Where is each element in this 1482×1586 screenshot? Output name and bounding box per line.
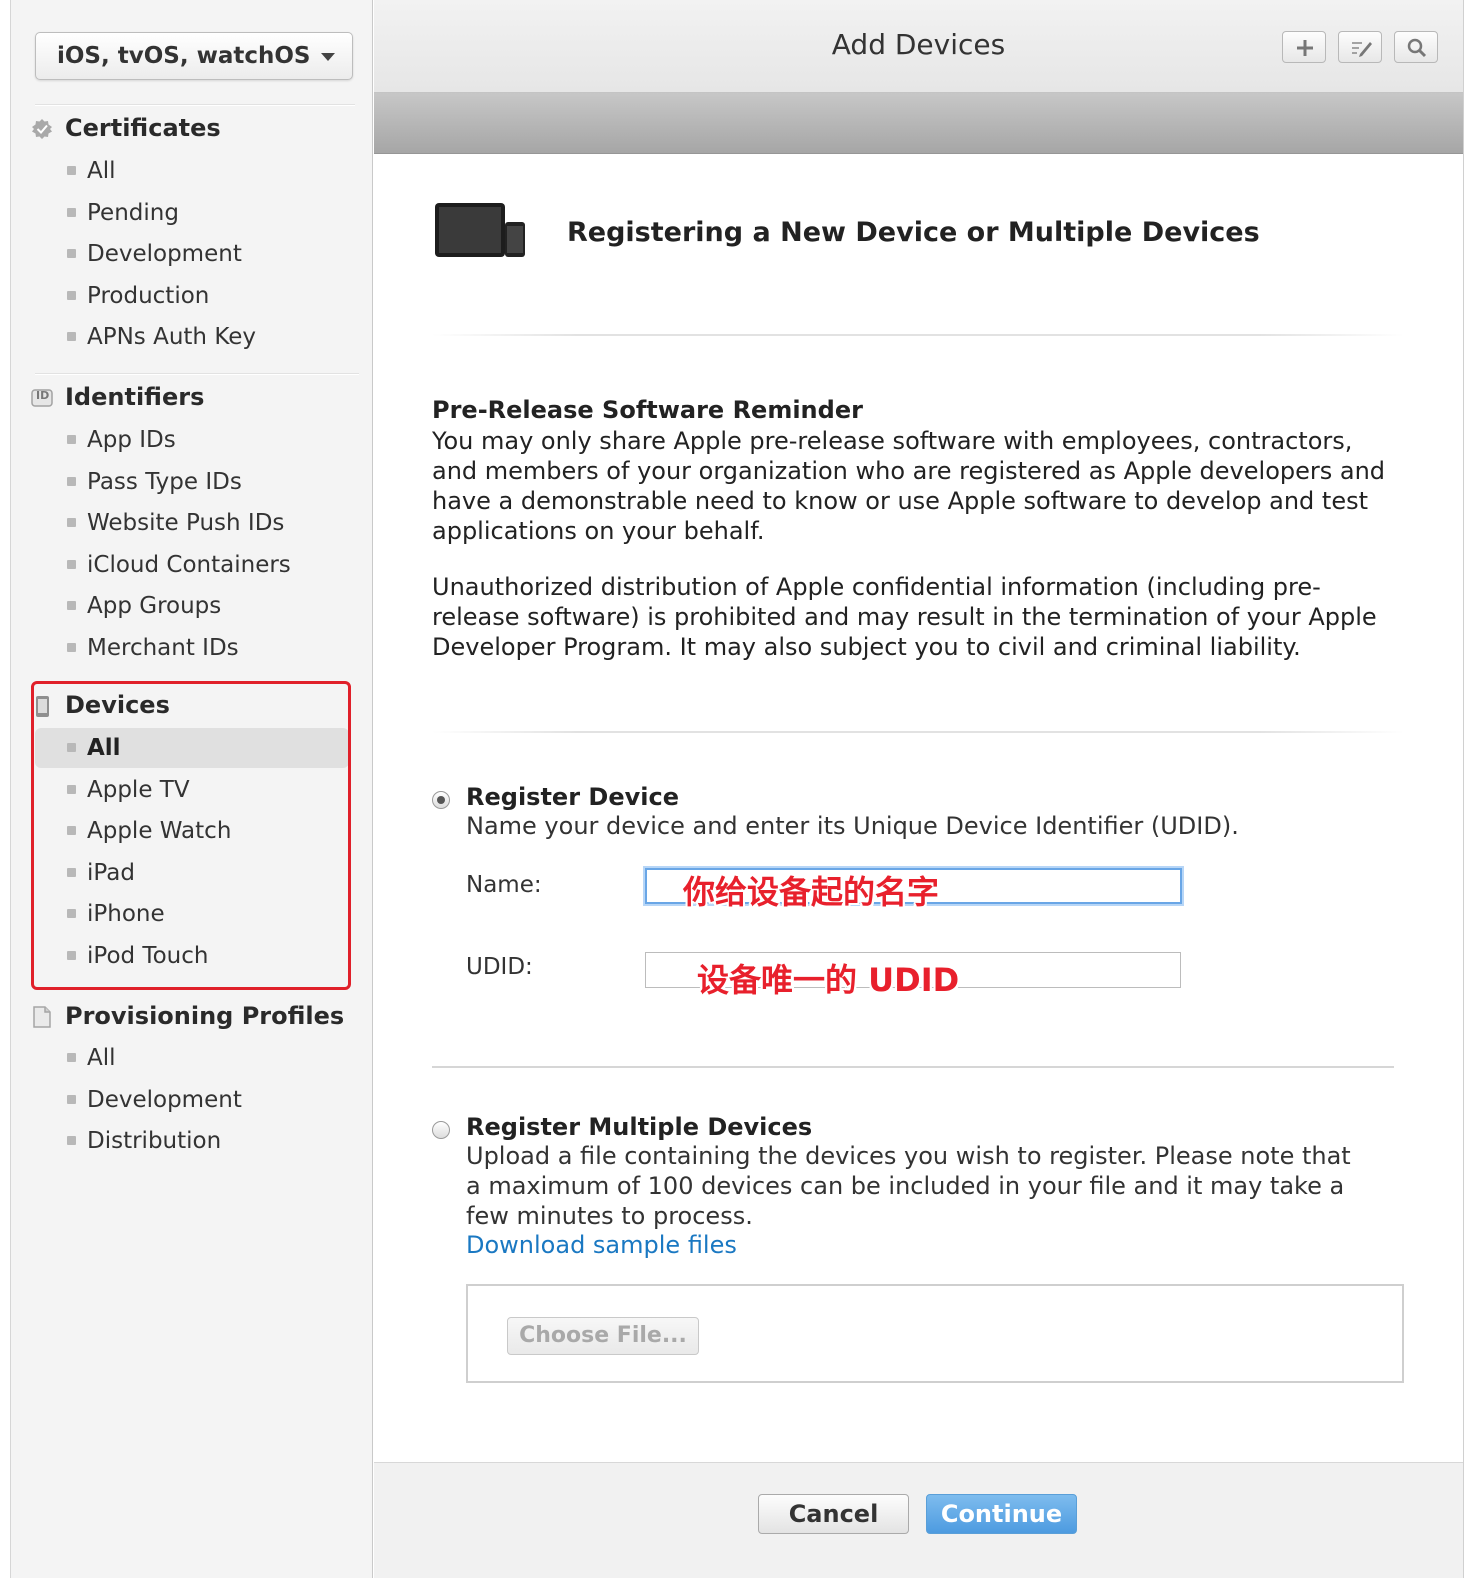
reminder-paragraph-2: Unauthorized distribution of Apple confi… — [432, 573, 1377, 661]
header-bar: Add Devices — [374, 0, 1463, 93]
sidebar-item-profiles-all[interactable]: All — [35, 1038, 349, 1078]
sidebar-item-website-push-ids[interactable]: Website Push IDs — [35, 503, 349, 543]
sidebar: iOS, tvOS, watchOS Certificates All Pend… — [10, 0, 373, 1578]
cancel-button[interactable]: Cancel — [758, 1494, 909, 1534]
udid-label: UDID: — [466, 954, 533, 980]
udid-input[interactable] — [645, 952, 1181, 988]
edit-icon — [1352, 42, 1372, 57]
main-panel: Add Devices Registering a New Device or … — [374, 0, 1464, 1578]
bullet-icon — [67, 1053, 76, 1062]
platform-select[interactable]: iOS, tvOS, watchOS — [35, 32, 353, 80]
bullet-icon — [67, 1095, 76, 1104]
add-button[interactable] — [1282, 31, 1326, 63]
bullet-icon — [67, 291, 76, 300]
sidebar-item-label: App Groups — [87, 593, 222, 619]
name-input[interactable] — [645, 868, 1182, 904]
sidebar-item-label: Website Push IDs — [87, 510, 285, 536]
sidebar-item-label: Development — [87, 1087, 242, 1113]
file-upload-area: Choose File... — [466, 1284, 1404, 1383]
search-button[interactable] — [1394, 31, 1438, 63]
sidebar-item-label: Production — [87, 283, 210, 309]
bullet-icon — [67, 560, 76, 569]
sidebar-item-merchant-ids[interactable]: Merchant IDs — [35, 628, 349, 668]
bullet-icon — [67, 1136, 76, 1145]
document-icon — [33, 1006, 51, 1028]
footer-bar: Cancel Continue — [374, 1462, 1463, 1578]
certificate-icon — [32, 119, 52, 139]
sidebar-item-pass-type-ids[interactable]: Pass Type IDs — [35, 462, 349, 502]
continue-button[interactable]: Continue — [926, 1494, 1077, 1534]
bullet-icon — [67, 166, 76, 175]
bullet-icon — [67, 435, 76, 444]
sidebar-item-label: Merchant IDs — [87, 635, 239, 661]
section-title: Certificates — [65, 114, 221, 142]
bullet-icon — [67, 332, 76, 341]
register-multiple-radio[interactable] — [432, 1121, 450, 1139]
sidebar-item-app-ids[interactable]: App IDs — [35, 420, 349, 460]
sidebar-item-profiles-distribution[interactable]: Distribution — [35, 1121, 349, 1161]
register-device-title: Register Device — [466, 783, 679, 811]
bullet-icon — [67, 518, 76, 527]
sidebar-item-label: App IDs — [87, 427, 176, 453]
reminder-paragraph-1: You may only share Apple pre-release sof… — [432, 427, 1386, 545]
sidebar-item-certificates-all[interactable]: All — [35, 151, 349, 191]
plus-icon — [1297, 40, 1313, 56]
download-sample-files-link[interactable]: Download sample files — [466, 1231, 737, 1259]
bullet-icon — [67, 643, 76, 652]
name-label: Name: — [466, 872, 542, 898]
divider — [432, 1066, 1394, 1068]
sidebar-item-certificates-production[interactable]: Production — [35, 276, 349, 316]
register-device-description: Name your device and enter its Unique De… — [466, 812, 1239, 840]
bullet-icon — [67, 208, 76, 217]
edit-button[interactable] — [1338, 31, 1382, 63]
sidebar-item-label: Pass Type IDs — [87, 469, 242, 495]
sidebar-divider — [35, 104, 355, 106]
sidebar-item-label: APNs Auth Key — [87, 324, 257, 350]
chevron-down-icon — [321, 53, 335, 61]
sidebar-item-profiles-development[interactable]: Development — [35, 1080, 349, 1120]
sidebar-divider — [35, 373, 359, 375]
sidebar-item-label: iCloud Containers — [87, 552, 291, 578]
devices-highlight-box — [31, 681, 351, 990]
sidebar-item-certificates-apns-auth-key[interactable]: APNs Auth Key — [35, 317, 349, 357]
search-icon — [1407, 38, 1427, 58]
sidebar-item-label: Distribution — [87, 1128, 222, 1154]
sub-header-bar — [374, 93, 1463, 154]
register-device-radio[interactable] — [432, 791, 450, 809]
divider — [432, 731, 1404, 733]
register-multiple-description: Upload a file containing the devices you… — [466, 1142, 1351, 1230]
divider — [432, 334, 1404, 336]
platform-select-value: iOS, tvOS, watchOS — [57, 43, 311, 69]
bullet-icon — [67, 477, 76, 486]
id-icon-text: ID — [36, 389, 50, 402]
sidebar-item-certificates-development[interactable]: Development — [35, 234, 349, 274]
page-title: Registering a New Device or Multiple Dev… — [567, 217, 1260, 248]
sidebar-item-certificates-pending[interactable]: Pending — [35, 193, 349, 233]
sidebar-item-label: All — [87, 1045, 116, 1071]
sidebar-item-label: Development — [87, 241, 242, 267]
sidebar-item-app-groups[interactable]: App Groups — [35, 586, 349, 626]
reminder-title: Pre-Release Software Reminder — [432, 396, 863, 424]
sidebar-item-label: All — [87, 158, 116, 184]
bullet-icon — [67, 601, 76, 610]
register-multiple-title: Register Multiple Devices — [466, 1113, 813, 1141]
section-title: Provisioning Profiles — [65, 1002, 345, 1030]
ipad-iphone-icon — [435, 203, 525, 257]
choose-file-button[interactable]: Choose File... — [507, 1317, 699, 1355]
bullet-icon — [67, 249, 76, 258]
radio-selected-dot — [437, 796, 445, 804]
sidebar-item-icloud-containers[interactable]: iCloud Containers — [35, 545, 349, 585]
sidebar-item-label: Pending — [87, 200, 179, 226]
section-title: Identifiers — [65, 383, 205, 411]
